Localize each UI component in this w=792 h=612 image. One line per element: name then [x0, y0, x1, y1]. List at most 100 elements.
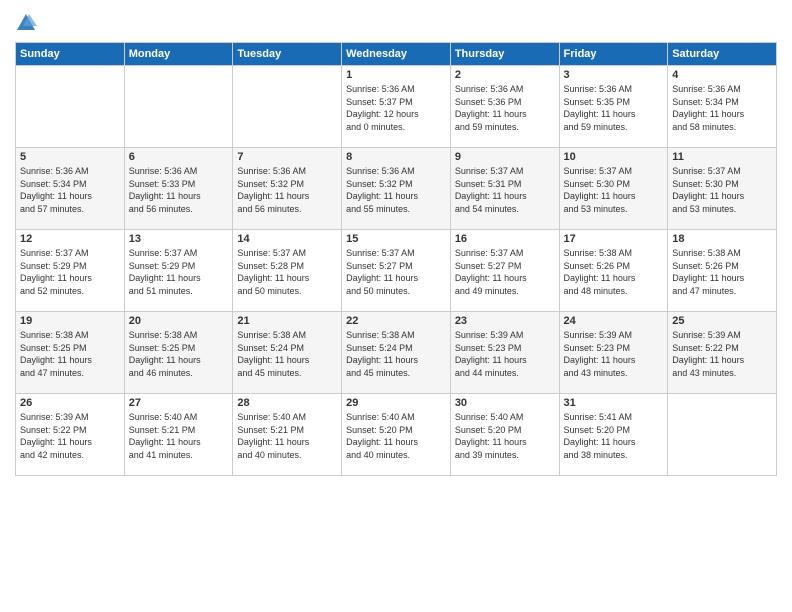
calendar-cell: 12 Sunrise: 5:37 AM Sunset: 5:29 PM Dayli…: [16, 230, 125, 312]
cell-info: Sunrise: 5:38 AM Sunset: 5:26 PM Dayligh…: [564, 247, 664, 297]
calendar-cell: 1Sunrise: 5:36 AM Sunset: 5:37 PM Daylig…: [342, 66, 451, 148]
day-number: 2: [455, 69, 555, 81]
calendar-cell: 22 Sunrise: 5:38 AM Sunset: 5:24 PM Dayli…: [342, 312, 451, 394]
calendar-cell: 5 Sunrise: 5:36 AM Sunset: 5:34 PM Daylig…: [16, 148, 125, 230]
day-number: 15: [346, 233, 446, 245]
calendar-cell: 2 Sunrise: 5:36 AM Sunset: 5:36 PM Daylig…: [450, 66, 559, 148]
calendar-cell: 24Sunrise: 5:39 AM Sunset: 5:23 PM Dayli…: [559, 312, 668, 394]
day-number: 5: [20, 151, 120, 163]
cell-info: Sunrise: 5:40 AM Sunset: 5:20 PM Dayligh…: [455, 411, 555, 461]
col-header-monday: Monday: [124, 43, 233, 66]
day-number: 30: [455, 397, 555, 409]
calendar-cell: [124, 66, 233, 148]
col-header-friday: Friday: [559, 43, 668, 66]
calendar-table: SundayMondayTuesdayWednesdayThursdayFrid…: [15, 42, 777, 476]
cell-info: Sunrise: 5:38 AM Sunset: 5:25 PM Dayligh…: [129, 329, 229, 379]
calendar-cell: 29 Sunrise: 5:40 AM Sunset: 5:20 PM Dayli…: [342, 394, 451, 476]
cell-info: Sunrise: 5:36 AM Sunset: 5:33 PM Dayligh…: [129, 165, 229, 215]
calendar-week-5: 26Sunrise: 5:39 AM Sunset: 5:22 PM Dayli…: [16, 394, 777, 476]
cell-info: Sunrise: 5:38 AM Sunset: 5:24 PM Dayligh…: [237, 329, 337, 379]
cell-info: Sunrise: 5:39 AM Sunset: 5:23 PM Dayligh…: [455, 329, 555, 379]
cell-info: Sunrise: 5:36 AM Sunset: 5:32 PM Dayligh…: [237, 165, 337, 215]
calendar-cell: 14 Sunrise: 5:37 AM Sunset: 5:28 PM Dayli…: [233, 230, 342, 312]
day-number: 18: [672, 233, 772, 245]
calendar-header-row: SundayMondayTuesdayWednesdayThursdayFrid…: [16, 43, 777, 66]
day-number: 19: [20, 315, 120, 327]
cell-info: Sunrise: 5:37 AM Sunset: 5:27 PM Dayligh…: [455, 247, 555, 297]
calendar-cell: [233, 66, 342, 148]
cell-info: Sunrise: 5:40 AM Sunset: 5:21 PM Dayligh…: [129, 411, 229, 461]
calendar-cell: 17 Sunrise: 5:38 AM Sunset: 5:26 PM Dayli…: [559, 230, 668, 312]
day-number: 4: [672, 69, 772, 81]
calendar-cell: 10Sunrise: 5:37 AM Sunset: 5:30 PM Dayli…: [559, 148, 668, 230]
cell-info: Sunrise: 5:36 AM Sunset: 5:34 PM Dayligh…: [20, 165, 120, 215]
day-number: 22: [346, 315, 446, 327]
calendar-cell: 21 Sunrise: 5:38 AM Sunset: 5:24 PM Dayli…: [233, 312, 342, 394]
cell-info: Sunrise: 5:39 AM Sunset: 5:22 PM Dayligh…: [20, 411, 120, 461]
col-header-tuesday: Tuesday: [233, 43, 342, 66]
cell-info: Sunrise: 5:39 AM Sunset: 5:23 PM Dayligh…: [564, 329, 664, 379]
calendar-week-3: 12 Sunrise: 5:37 AM Sunset: 5:29 PM Dayli…: [16, 230, 777, 312]
day-number: 6: [129, 151, 229, 163]
calendar-week-4: 19 Sunrise: 5:38 AM Sunset: 5:25 PM Dayli…: [16, 312, 777, 394]
col-header-wednesday: Wednesday: [342, 43, 451, 66]
logo: [15, 10, 41, 34]
day-number: 21: [237, 315, 337, 327]
calendar-cell: [668, 394, 777, 476]
cell-info: Sunrise: 5:36 AM Sunset: 5:32 PM Dayligh…: [346, 165, 446, 215]
calendar-cell: 8 Sunrise: 5:36 AM Sunset: 5:32 PM Daylig…: [342, 148, 451, 230]
calendar-cell: 18 Sunrise: 5:38 AM Sunset: 5:26 PM Dayli…: [668, 230, 777, 312]
calendar-cell: [16, 66, 125, 148]
col-header-saturday: Saturday: [668, 43, 777, 66]
calendar-cell: 9 Sunrise: 5:37 AM Sunset: 5:31 PM Daylig…: [450, 148, 559, 230]
day-number: 14: [237, 233, 337, 245]
day-number: 12: [20, 233, 120, 245]
calendar-cell: 11 Sunrise: 5:37 AM Sunset: 5:30 PM Dayli…: [668, 148, 777, 230]
logo-icon: [15, 12, 37, 34]
calendar-cell: 28 Sunrise: 5:40 AM Sunset: 5:21 PM Dayli…: [233, 394, 342, 476]
calendar-week-2: 5 Sunrise: 5:36 AM Sunset: 5:34 PM Daylig…: [16, 148, 777, 230]
cell-info: Sunrise: 5:38 AM Sunset: 5:24 PM Dayligh…: [346, 329, 446, 379]
calendar-cell: 31Sunrise: 5:41 AM Sunset: 5:20 PM Dayli…: [559, 394, 668, 476]
day-number: 7: [237, 151, 337, 163]
cell-info: Sunrise: 5:41 AM Sunset: 5:20 PM Dayligh…: [564, 411, 664, 461]
cell-info: Sunrise: 5:40 AM Sunset: 5:21 PM Dayligh…: [237, 411, 337, 461]
cell-info: Sunrise: 5:36 AM Sunset: 5:36 PM Dayligh…: [455, 83, 555, 133]
calendar-cell: 23 Sunrise: 5:39 AM Sunset: 5:23 PM Dayli…: [450, 312, 559, 394]
col-header-thursday: Thursday: [450, 43, 559, 66]
cell-info: Sunrise: 5:36 AM Sunset: 5:37 PM Dayligh…: [346, 83, 446, 133]
day-number: 29: [346, 397, 446, 409]
cell-info: Sunrise: 5:38 AM Sunset: 5:25 PM Dayligh…: [20, 329, 120, 379]
cell-info: Sunrise: 5:37 AM Sunset: 5:28 PM Dayligh…: [237, 247, 337, 297]
day-number: 9: [455, 151, 555, 163]
page: SundayMondayTuesdayWednesdayThursdayFrid…: [0, 0, 792, 612]
cell-info: Sunrise: 5:37 AM Sunset: 5:29 PM Dayligh…: [20, 247, 120, 297]
calendar-cell: 20Sunrise: 5:38 AM Sunset: 5:25 PM Dayli…: [124, 312, 233, 394]
calendar-cell: 13Sunrise: 5:37 AM Sunset: 5:29 PM Dayli…: [124, 230, 233, 312]
cell-info: Sunrise: 5:37 AM Sunset: 5:30 PM Dayligh…: [564, 165, 664, 215]
day-number: 23: [455, 315, 555, 327]
calendar-cell: 16 Sunrise: 5:37 AM Sunset: 5:27 PM Dayli…: [450, 230, 559, 312]
day-number: 3: [564, 69, 664, 81]
day-number: 28: [237, 397, 337, 409]
cell-info: Sunrise: 5:37 AM Sunset: 5:31 PM Dayligh…: [455, 165, 555, 215]
cell-info: Sunrise: 5:40 AM Sunset: 5:20 PM Dayligh…: [346, 411, 446, 461]
calendar-cell: 26Sunrise: 5:39 AM Sunset: 5:22 PM Dayli…: [16, 394, 125, 476]
header: [15, 10, 777, 34]
calendar-cell: 3 Sunrise: 5:36 AM Sunset: 5:35 PM Daylig…: [559, 66, 668, 148]
cell-info: Sunrise: 5:36 AM Sunset: 5:34 PM Dayligh…: [672, 83, 772, 133]
day-number: 13: [129, 233, 229, 245]
col-header-sunday: Sunday: [16, 43, 125, 66]
day-number: 8: [346, 151, 446, 163]
cell-info: Sunrise: 5:39 AM Sunset: 5:22 PM Dayligh…: [672, 329, 772, 379]
day-number: 11: [672, 151, 772, 163]
day-number: 25: [672, 315, 772, 327]
day-number: 16: [455, 233, 555, 245]
calendar-cell: 6 Sunrise: 5:36 AM Sunset: 5:33 PM Daylig…: [124, 148, 233, 230]
day-number: 17: [564, 233, 664, 245]
cell-info: Sunrise: 5:36 AM Sunset: 5:35 PM Dayligh…: [564, 83, 664, 133]
cell-info: Sunrise: 5:38 AM Sunset: 5:26 PM Dayligh…: [672, 247, 772, 297]
calendar-cell: 27Sunrise: 5:40 AM Sunset: 5:21 PM Dayli…: [124, 394, 233, 476]
cell-info: Sunrise: 5:37 AM Sunset: 5:30 PM Dayligh…: [672, 165, 772, 215]
cell-info: Sunrise: 5:37 AM Sunset: 5:27 PM Dayligh…: [346, 247, 446, 297]
